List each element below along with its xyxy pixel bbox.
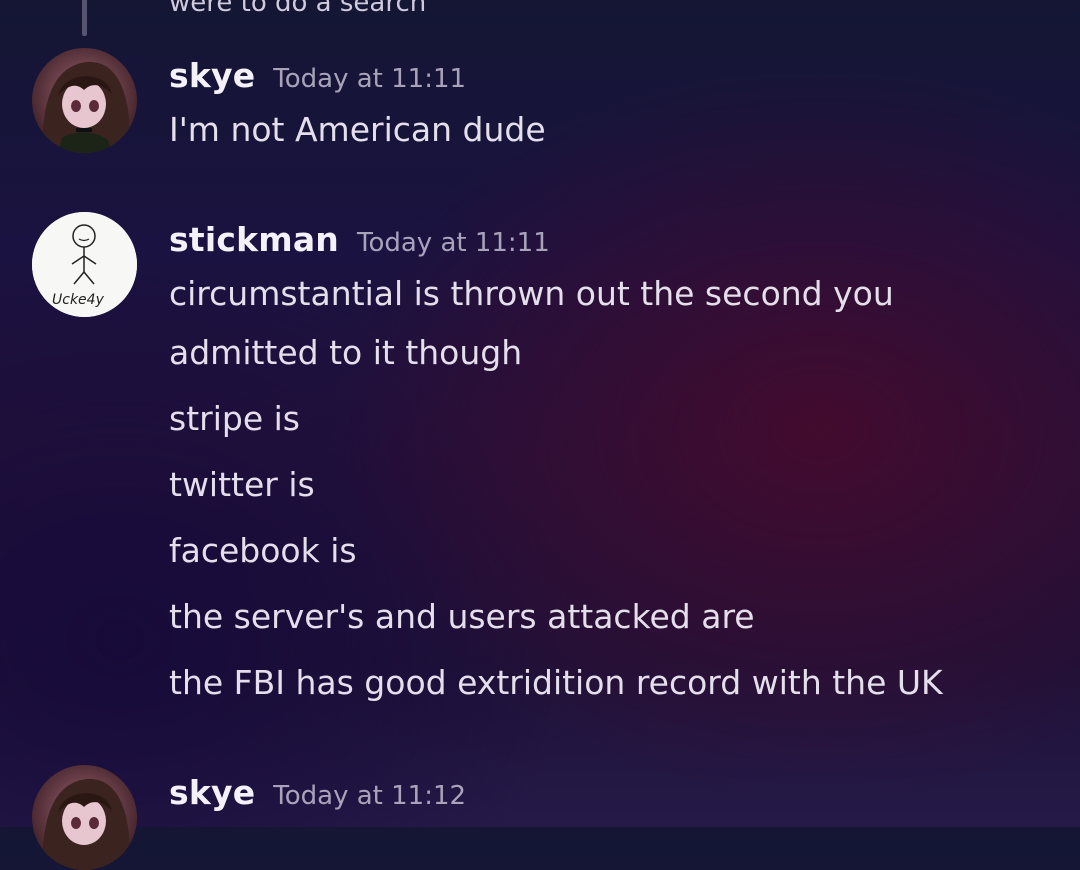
avatar[interactable] [32,765,137,870]
message-text: the FBI has good extridition record with… [169,663,943,702]
svg-text:Ucke4y: Ucke4y [52,292,105,308]
timestamp[interactable]: Today at 11:12 [273,781,466,811]
timestamp[interactable]: Today at 11:11 [273,64,466,94]
message-text: twitter is [169,465,315,504]
message-text: admitted to it though [169,333,523,372]
message-text: facebook is [169,531,357,570]
message-text: I'm not American dude [169,110,546,149]
timestamp[interactable]: Today at 11:11 [357,228,550,258]
message-text: the server's and users attacked are [169,597,755,636]
username[interactable]: skye [169,56,255,95]
username[interactable]: stickman [169,220,339,259]
message-header: stickman Today at 11:11 [169,220,550,259]
message-text: stripe is [169,399,300,438]
message-header: skye Today at 11:11 [169,56,466,95]
anime-girl-avatar-icon [32,48,137,153]
reply-thread-line [82,0,87,36]
message-text: circumstantial is thrown out the second … [169,274,894,313]
avatar[interactable]: Ucke4y [32,212,137,317]
stickman-drawing-avatar-icon: Ucke4y [32,212,137,317]
message-header: skye Today at 11:12 [169,773,466,812]
anime-girl-avatar-icon [32,765,137,870]
avatar[interactable] [32,48,137,153]
previous-message-line: were to do a search [169,0,427,18]
username[interactable]: skye [169,773,255,812]
